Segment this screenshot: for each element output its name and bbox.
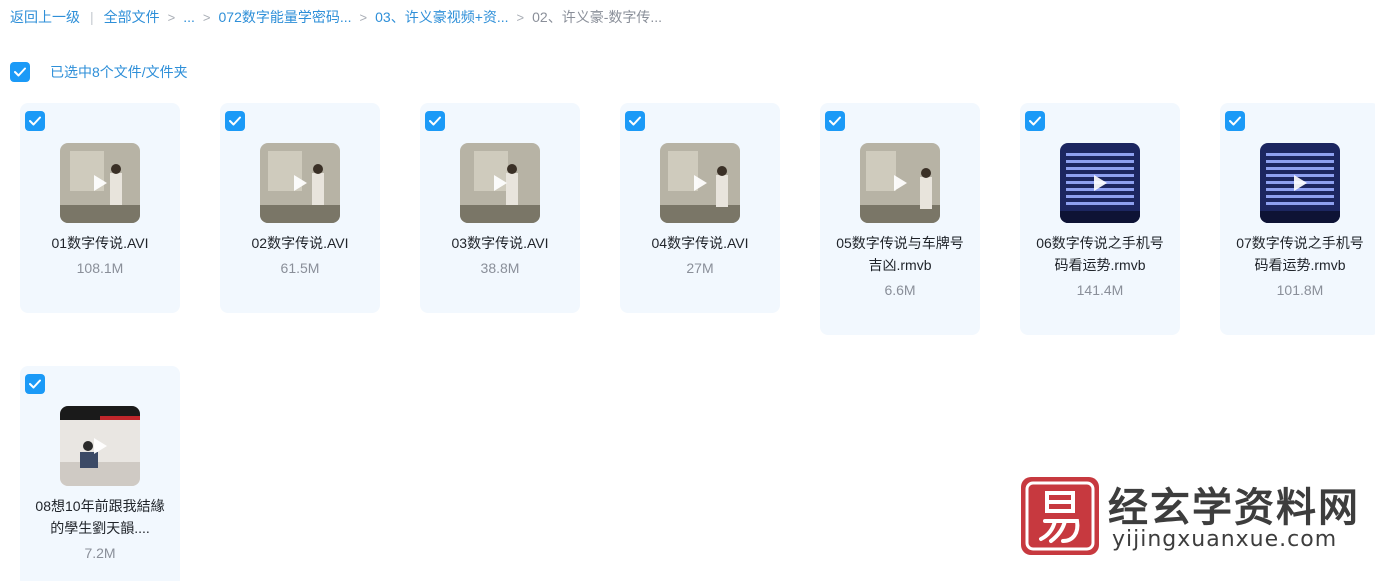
breadcrumb: 返回上一级 | 全部文件 > ... > 072数字能量学密码... > 03、… <box>10 6 662 28</box>
file-checkbox[interactable] <box>1025 111 1045 131</box>
file-size: 7.2M <box>84 545 116 561</box>
selection-bar: 已选中8个文件/文件夹 <box>10 61 188 83</box>
classroom-icon[interactable] <box>260 143 340 223</box>
file-size: 108.1M <box>76 260 124 276</box>
file-card[interactable]: 03数字传说.AVI 38.8M <box>420 103 580 313</box>
watermark-url: yijingxuanxue.com <box>1112 527 1338 552</box>
file-size: 27M <box>686 260 714 276</box>
file-card[interactable]: 02数字传说.AVI 61.5M <box>220 103 380 313</box>
play-icon <box>290 173 310 193</box>
classroom-icon[interactable] <box>660 143 740 223</box>
check-icon <box>829 116 841 126</box>
file-card[interactable]: 01数字传说.AVI 108.1M <box>20 103 180 313</box>
play-icon <box>90 173 110 193</box>
file-checkbox[interactable] <box>425 111 445 131</box>
play-icon <box>690 173 710 193</box>
file-card[interactable]: 07数字传说之手机号码看运势.rmvb 101.8M <box>1220 103 1375 335</box>
classroom-icon[interactable] <box>860 143 940 223</box>
file-checkbox[interactable] <box>25 111 45 131</box>
file-checkbox[interactable] <box>1225 111 1245 131</box>
file-name: 08想10年前跟我結緣的學生劉天韻.... <box>35 498 165 536</box>
breadcrumb-folder-072[interactable]: 072数字能量学密码... <box>219 7 352 27</box>
play-icon <box>890 173 910 193</box>
check-icon <box>1029 116 1041 126</box>
selection-count: 已选中8个文件/文件夹 <box>50 64 188 80</box>
check-icon <box>29 116 41 126</box>
file-browser: 返回上一级 | 全部文件 > ... > 072数字能量学密码... > 03、… <box>0 0 1375 581</box>
file-checkbox[interactable] <box>825 111 845 131</box>
check-icon <box>1229 116 1241 126</box>
breadcrumb-divider: | <box>90 9 94 25</box>
check-icon <box>429 116 441 126</box>
chevron-right-icon: > <box>359 9 368 25</box>
file-name: 04数字传说.AVI <box>651 235 749 251</box>
select-all-checkbox[interactable] <box>10 62 30 82</box>
file-size: 141.4M <box>1076 282 1124 298</box>
chevron-right-icon: > <box>202 9 211 25</box>
file-name: 07数字传说之手机号码看运势.rmvb <box>1236 235 1364 273</box>
breadcrumb-all-files[interactable]: 全部文件 <box>104 7 160 27</box>
file-checkbox[interactable] <box>225 111 245 131</box>
file-checkbox[interactable] <box>25 374 45 394</box>
check-icon <box>29 379 41 389</box>
number-grid-icon[interactable] <box>1260 143 1340 223</box>
chevron-right-icon: > <box>167 9 176 25</box>
back-link[interactable]: 返回上一级 <box>10 7 80 27</box>
file-name: 03数字传说.AVI <box>451 235 549 251</box>
file-name: 01数字传说.AVI <box>51 235 149 251</box>
lecture-hall-icon[interactable] <box>60 406 140 486</box>
number-grid-icon[interactable] <box>1060 143 1140 223</box>
file-size: 6.6M <box>884 282 916 298</box>
file-size: 101.8M <box>1276 282 1324 298</box>
classroom-icon[interactable] <box>460 143 540 223</box>
play-icon <box>490 173 510 193</box>
play-icon <box>1090 173 1110 193</box>
file-name: 02数字传说.AVI <box>251 235 349 251</box>
file-name: 06数字传说之手机号码看运势.rmvb <box>1036 235 1164 273</box>
play-icon <box>90 436 110 456</box>
breadcrumb-ellipsis[interactable]: ... <box>183 9 195 25</box>
file-card[interactable]: 08想10年前跟我結緣的學生劉天韻.... 7.2M <box>20 366 180 581</box>
breadcrumb-current-folder: 02、许义豪-数字传... <box>532 9 663 25</box>
watermark-title: 经玄学资料网 <box>1108 485 1360 531</box>
file-card[interactable]: 05数字传说与车牌号吉凶.rmvb 6.6M <box>820 103 980 335</box>
breadcrumb-folder-03[interactable]: 03、许义豪视频+资... <box>375 7 508 27</box>
check-icon <box>229 116 241 126</box>
file-checkbox[interactable] <box>625 111 645 131</box>
file-size: 38.8M <box>480 260 520 276</box>
classroom-icon[interactable] <box>60 143 140 223</box>
check-icon <box>629 116 641 126</box>
file-card[interactable]: 06数字传说之手机号码看运势.rmvb 141.4M <box>1020 103 1180 335</box>
check-icon <box>14 67 26 77</box>
yi-seal-icon <box>1021 477 1099 555</box>
file-card[interactable]: 04数字传说.AVI 27M <box>620 103 780 313</box>
chevron-right-icon: > <box>516 9 525 25</box>
play-icon <box>1290 173 1310 193</box>
file-name: 05数字传说与车牌号吉凶.rmvb <box>836 235 964 273</box>
file-size: 61.5M <box>280 260 320 276</box>
